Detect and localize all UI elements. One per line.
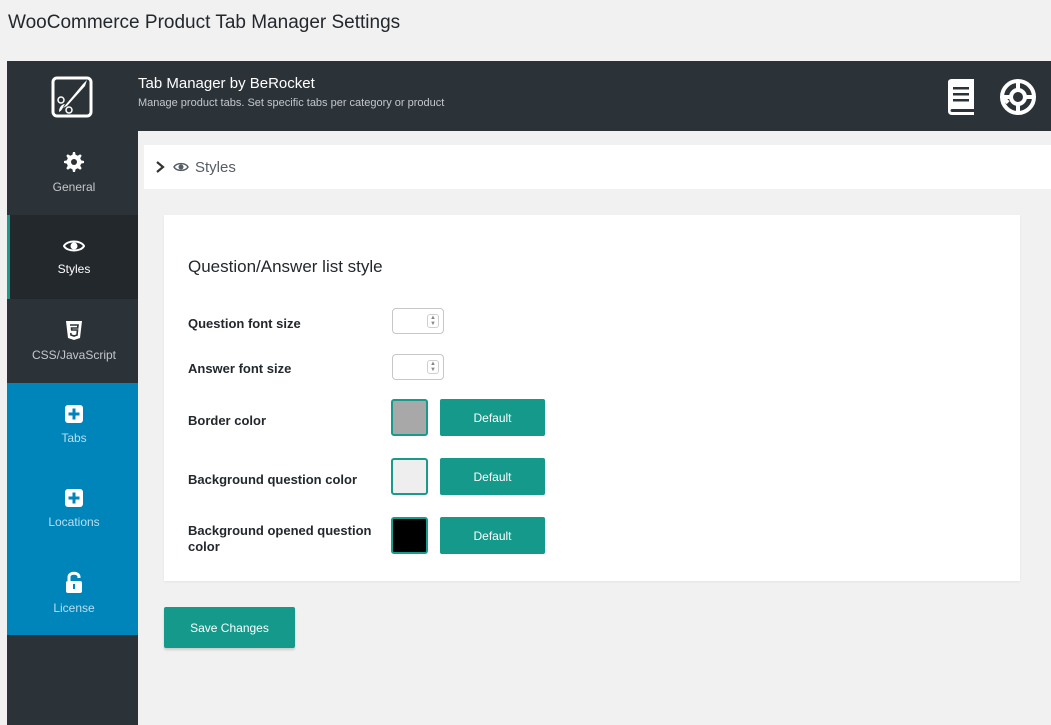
- bg-opened-question-color-label: Background opened question color: [188, 523, 372, 554]
- gear-icon: [64, 152, 84, 172]
- border-color-default-button[interactable]: Default: [440, 399, 545, 436]
- bg-opened-question-color-swatch[interactable]: [391, 517, 428, 554]
- plugin-title: Tab Manager by BeRocket: [138, 75, 315, 92]
- sidebar-item-label: Locations: [48, 515, 100, 529]
- plugin-subtitle: Manage product tabs. Set specific tabs p…: [138, 97, 445, 109]
- plugin-app: General Styles CSS/JavaScript Tabs Locat…: [7, 61, 1051, 725]
- answer-font-size-label: Answer font size: [188, 361, 292, 376]
- sidebar-item-license[interactable]: License: [7, 551, 138, 635]
- page-title: WooCommerce Product Tab Manager Settings: [8, 12, 401, 33]
- documentation-button[interactable]: [944, 79, 976, 120]
- question-font-size-label: Question font size: [188, 316, 301, 331]
- rocket-logo-icon: [51, 76, 92, 118]
- sidebar-item-css-javascript[interactable]: CSS/JavaScript: [7, 299, 138, 383]
- support-button[interactable]: [999, 79, 1036, 120]
- save-changes-button[interactable]: Save Changes: [164, 607, 295, 648]
- sidebar-item-styles[interactable]: Styles: [7, 215, 138, 299]
- breadcrumb[interactable]: Styles: [144, 145, 1051, 189]
- settings-panel: Question/Answer list style Question font…: [164, 215, 1020, 581]
- question-font-size-input[interactable]: ▲ ▼: [392, 308, 444, 334]
- unlock-icon: [66, 571, 82, 593]
- plugin-header: Tab Manager by BeRocket Manage product t…: [138, 61, 1051, 131]
- sidebar-item-label: Styles: [57, 262, 91, 276]
- book-icon: [948, 79, 974, 115]
- answer-font-size-input[interactable]: ▲ ▼: [392, 354, 444, 380]
- css3-icon: [66, 321, 82, 340]
- eye-icon: [63, 240, 85, 252]
- bg-question-color-default-button[interactable]: Default: [440, 458, 545, 495]
- bg-question-color-swatch[interactable]: [391, 458, 428, 495]
- logo: [7, 61, 138, 131]
- lifebuoy-icon: [999, 79, 1036, 115]
- sidebar-item-label: License: [53, 601, 95, 615]
- sidebar-item-general[interactable]: General: [7, 131, 138, 215]
- bg-opened-question-color-default-button[interactable]: Default: [440, 517, 545, 554]
- breadcrumb-label: Styles: [195, 158, 236, 176]
- sidebar-item-label: CSS/JavaScript: [31, 348, 117, 362]
- border-color-swatch[interactable]: [391, 399, 428, 436]
- sidebar-item-tabs[interactable]: Tabs: [7, 383, 138, 467]
- sidebar-item-locations[interactable]: Locations: [7, 467, 138, 551]
- chevron-right-icon: [156, 161, 165, 173]
- spinner-arrows-icon[interactable]: ▲ ▼: [427, 314, 439, 328]
- eye-icon: [173, 162, 189, 172]
- spinner-arrows-icon[interactable]: ▲ ▼: [427, 360, 439, 374]
- plus-square-icon: [65, 489, 83, 507]
- plus-square-icon: [65, 405, 83, 423]
- section-heading: Question/Answer list style: [188, 257, 383, 276]
- border-color-label: Border color: [188, 413, 267, 428]
- sidebar: General Styles CSS/JavaScript Tabs Locat…: [7, 61, 138, 725]
- bg-question-color-label: Background question color: [188, 472, 358, 487]
- sidebar-item-label: Tabs: [61, 431, 87, 445]
- main-content: Styles Question/Answer list style Questi…: [138, 131, 1051, 725]
- sidebar-item-label: General: [52, 180, 96, 194]
